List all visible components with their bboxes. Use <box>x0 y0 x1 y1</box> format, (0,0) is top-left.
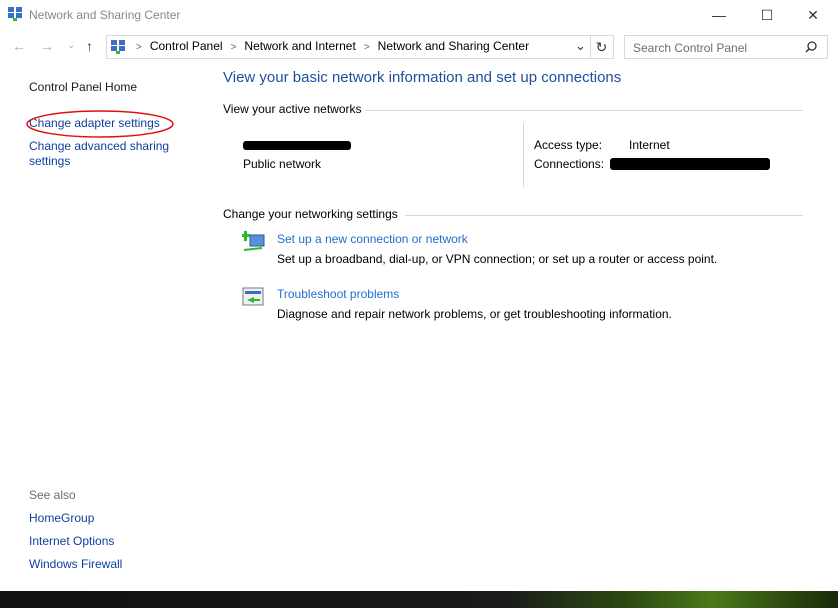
active-networks-heading: View your active networks <box>223 102 362 116</box>
search-placeholder: Search Control Panel <box>633 41 748 55</box>
page-title: View your basic network information and … <box>223 69 622 86</box>
divider <box>366 110 803 111</box>
setup-new-connection-description: Set up a broadband, dial-up, or VPN conn… <box>277 252 718 266</box>
up-button[interactable]: ↑ <box>86 38 93 54</box>
connections-label: Connections: <box>534 157 605 171</box>
breadcrumb: > Control Panel > Network and Internet > Netw… <box>136 39 530 53</box>
troubleshoot-problems-link[interactable]: Troubleshoot problems <box>277 287 399 301</box>
see-also-heading: See also <box>29 488 76 502</box>
change-settings-heading: Change your networking settings <box>223 207 398 221</box>
close-button[interactable]: ✕ <box>790 4 836 26</box>
network-icon <box>8 7 22 21</box>
breadcrumb-control-panel[interactable]: Control Panel <box>150 39 223 53</box>
see-also-internet-options[interactable]: Internet Options <box>29 534 114 548</box>
desktop-background-strip <box>0 591 838 608</box>
maximize-button[interactable]: ☐ <box>744 4 790 26</box>
back-button[interactable]: ← <box>12 38 26 54</box>
troubleshoot-problems-description: Diagnose and repair network problems, or… <box>277 307 672 321</box>
forward-button[interactable]: → <box>40 38 54 54</box>
recent-locations-button[interactable]: ⌄ <box>67 40 75 51</box>
minimize-button[interactable]: — <box>696 4 742 26</box>
refresh-button[interactable]: ↻ <box>590 36 612 58</box>
divider <box>405 215 803 216</box>
window-title: Network and Sharing Center <box>29 8 181 22</box>
breadcrumb-network-and-internet[interactable]: Network and Internet <box>244 39 355 53</box>
new-connection-icon <box>242 231 265 251</box>
red-annotation-circle <box>26 110 174 138</box>
redacted-connection-link[interactable] <box>610 158 770 170</box>
access-type-label: Access type: <box>534 138 603 152</box>
see-also-homegroup[interactable]: HomeGroup <box>29 511 94 525</box>
troubleshoot-icon <box>242 287 264 306</box>
address-dropdown-button[interactable]: ⌄ <box>575 38 586 54</box>
sidebar-change-advanced-sharing-settings[interactable]: Change advanced sharing settings <box>29 139 189 169</box>
search-input[interactable]: Search Control Panel <box>624 35 828 59</box>
sidebar-control-panel-home[interactable]: Control Panel Home <box>29 80 137 94</box>
access-type-value: Internet <box>629 138 670 152</box>
see-also-windows-firewall[interactable]: Windows Firewall <box>29 557 122 571</box>
divider-vertical <box>523 123 524 187</box>
control-panel-icon <box>111 40 125 54</box>
search-icon[interactable] <box>805 41 817 53</box>
network-category: Public network <box>243 157 322 171</box>
breadcrumb-network-and-sharing-center[interactable]: Network and Sharing Center <box>378 39 529 53</box>
setup-new-connection-link[interactable]: Set up a new connection or network <box>277 232 468 246</box>
title-bar: Network and Sharing Center — ☐ ✕ <box>0 0 838 30</box>
redacted-network-name <box>243 141 351 150</box>
